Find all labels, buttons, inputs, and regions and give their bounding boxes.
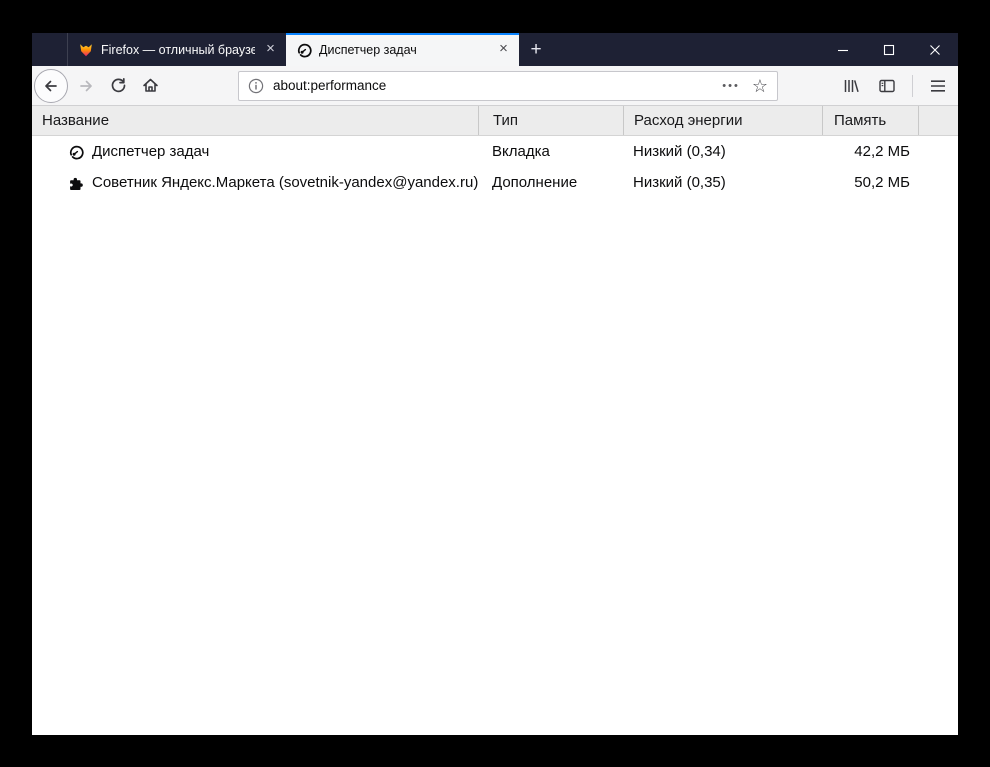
task-type: Вкладка xyxy=(492,143,550,160)
performance-gauge-icon xyxy=(296,42,312,58)
task-name: Советник Яндекс.Маркета (sovetnik-yandex… xyxy=(92,174,478,191)
task-memory: 42,2 МБ xyxy=(854,143,910,160)
column-header-memory[interactable]: Память xyxy=(822,106,918,135)
url-text[interactable]: about:performance xyxy=(273,78,722,93)
new-tab-button[interactable]: + xyxy=(519,33,553,66)
window-maximize-button[interactable] xyxy=(866,33,912,66)
firefox-logo-icon xyxy=(78,42,94,58)
url-bar[interactable]: about:performance ••• ☆ xyxy=(238,70,778,101)
puzzle-piece-icon xyxy=(68,175,84,191)
site-info-icon[interactable] xyxy=(248,78,264,94)
navigation-toolbar: about:performance ••• ☆ xyxy=(32,66,958,106)
titlebar-spacer xyxy=(553,33,820,66)
table-row[interactable]: Советник Яндекс.Маркета (sovetnik-yandex… xyxy=(32,167,958,198)
browser-window: Firefox — отличный браузер д × Диспетчер… xyxy=(32,33,958,735)
page-actions-icon[interactable]: ••• xyxy=(722,80,740,92)
performance-page: Название Тип Расход энергии Память Диспе… xyxy=(32,106,958,735)
performance-gauge-icon xyxy=(68,144,84,160)
column-header-energy[interactable]: Расход энергии xyxy=(623,106,822,135)
table-row[interactable]: Диспетчер задач Вкладка Низкий (0,34) 42… xyxy=(32,136,958,167)
library-icon[interactable] xyxy=(835,70,867,102)
toolbar-right-group xyxy=(835,70,954,102)
table-header-row: Название Тип Расход энергии Память xyxy=(32,106,958,136)
home-button[interactable] xyxy=(134,70,166,102)
menu-hamburger-icon[interactable] xyxy=(922,70,954,102)
toolbar-separator xyxy=(912,74,913,97)
titlebar-drag-space xyxy=(32,33,68,66)
task-energy: Низкий (0,35) xyxy=(633,174,726,191)
back-button[interactable] xyxy=(34,68,68,103)
task-memory: 50,2 МБ xyxy=(854,174,910,191)
column-header-name[interactable]: Название xyxy=(32,106,478,135)
window-controls xyxy=(820,33,958,66)
tab-title: Диспетчер задач xyxy=(319,42,417,57)
reload-button[interactable] xyxy=(102,70,134,102)
window-close-button[interactable] xyxy=(912,33,958,66)
tab-bar: Firefox — отличный браузер д × Диспетчер… xyxy=(32,33,958,66)
window-minimize-button[interactable] xyxy=(820,33,866,66)
bookmark-star-icon[interactable]: ☆ xyxy=(752,77,768,95)
column-header-type[interactable]: Тип xyxy=(478,106,623,135)
task-energy: Низкий (0,34) xyxy=(633,143,726,160)
tab-title: Firefox — отличный браузер д xyxy=(101,42,255,57)
task-type: Дополнение xyxy=(492,174,578,191)
tab-close-icon[interactable]: × xyxy=(262,41,279,58)
sidebar-toggle-icon[interactable] xyxy=(871,70,903,102)
column-header-spacer xyxy=(918,106,958,135)
forward-button[interactable] xyxy=(70,70,102,102)
tab-task-manager[interactable]: Диспетчер задач × xyxy=(286,33,519,66)
tab-close-icon[interactable]: × xyxy=(495,41,512,58)
tab-firefox-start-page[interactable]: Firefox — отличный браузер д × xyxy=(68,33,286,66)
task-name: Диспетчер задач xyxy=(92,143,210,160)
